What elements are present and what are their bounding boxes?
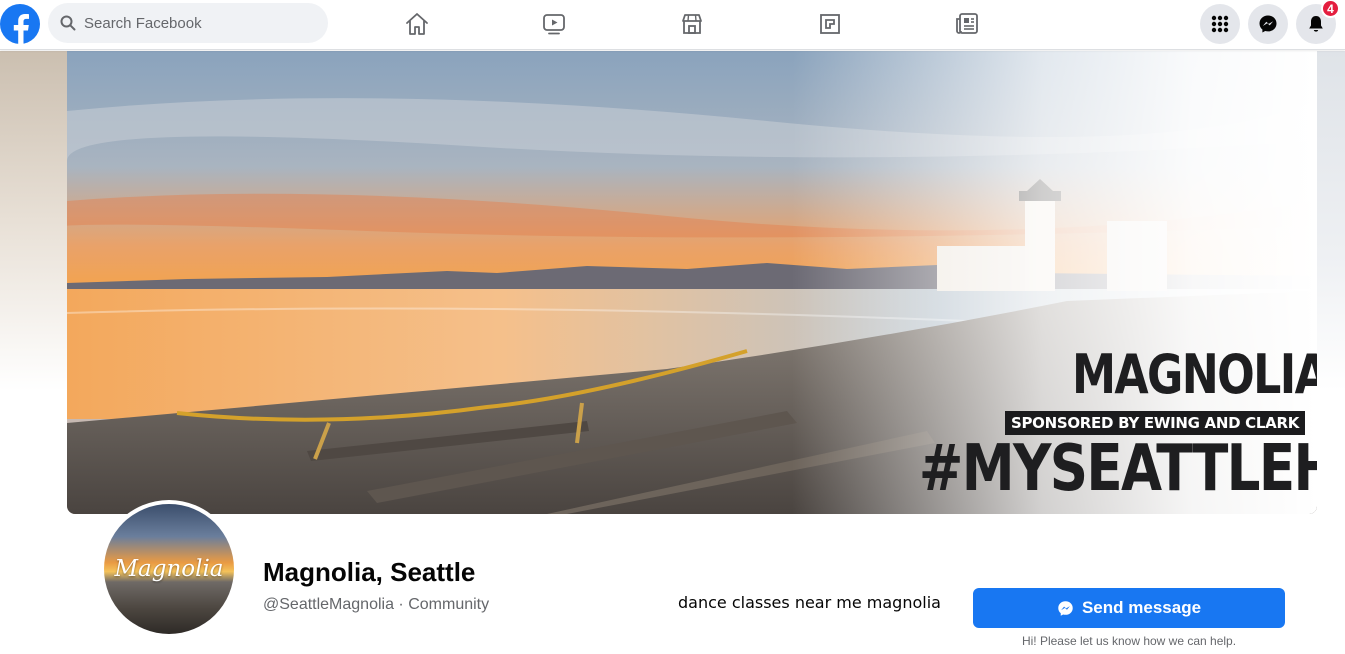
send-message-label: Send message <box>1081 598 1202 617</box>
facebook-logo-icon[interactable] <box>0 4 40 44</box>
top-navigation-bar: 4 <box>0 0 1345 50</box>
page-title: Magnolia, Seattle <box>263 557 476 587</box>
message-helper-text: Hi! Please let us know how we can help. <box>1021 634 1237 648</box>
search-query-text: dance classes near me magnolia <box>678 593 941 612</box>
notifications-icon[interactable]: 4 <box>1296 0 1340 44</box>
menu-grid-icon[interactable] <box>1200 4 1240 44</box>
search-box[interactable] <box>48 3 328 43</box>
send-message-button[interactable]: Send message <box>973 588 1285 628</box>
page-background-left <box>0 51 67 391</box>
notification-count-badge: 4 <box>1321 0 1340 18</box>
news-icon[interactable] <box>947 6 987 42</box>
avatar-text: Magnolia <box>114 556 224 582</box>
search-icon <box>60 15 76 31</box>
cover-title-text: MAGNOLIA <box>1072 343 1317 406</box>
marketplace-icon[interactable] <box>672 6 712 42</box>
page-handle-category: @SeattleMagnolia · Community <box>263 596 490 613</box>
gaming-icon[interactable] <box>810 6 850 42</box>
home-icon[interactable] <box>397 6 437 42</box>
profile-picture: Magnolia <box>104 504 234 634</box>
watch-icon[interactable] <box>534 6 574 42</box>
search-input[interactable] <box>84 14 314 32</box>
cover-hashtag-text: #MYSEATTLEHOOD <box>918 432 1317 506</box>
profile-avatar[interactable]: Magnolia <box>100 500 238 638</box>
cover-photo[interactable]: MAGNOLIA SPONSORED BY EWING AND CLARK #M… <box>67 51 1317 514</box>
messenger-icon[interactable] <box>1248 4 1288 44</box>
messenger-icon <box>1057 600 1074 617</box>
